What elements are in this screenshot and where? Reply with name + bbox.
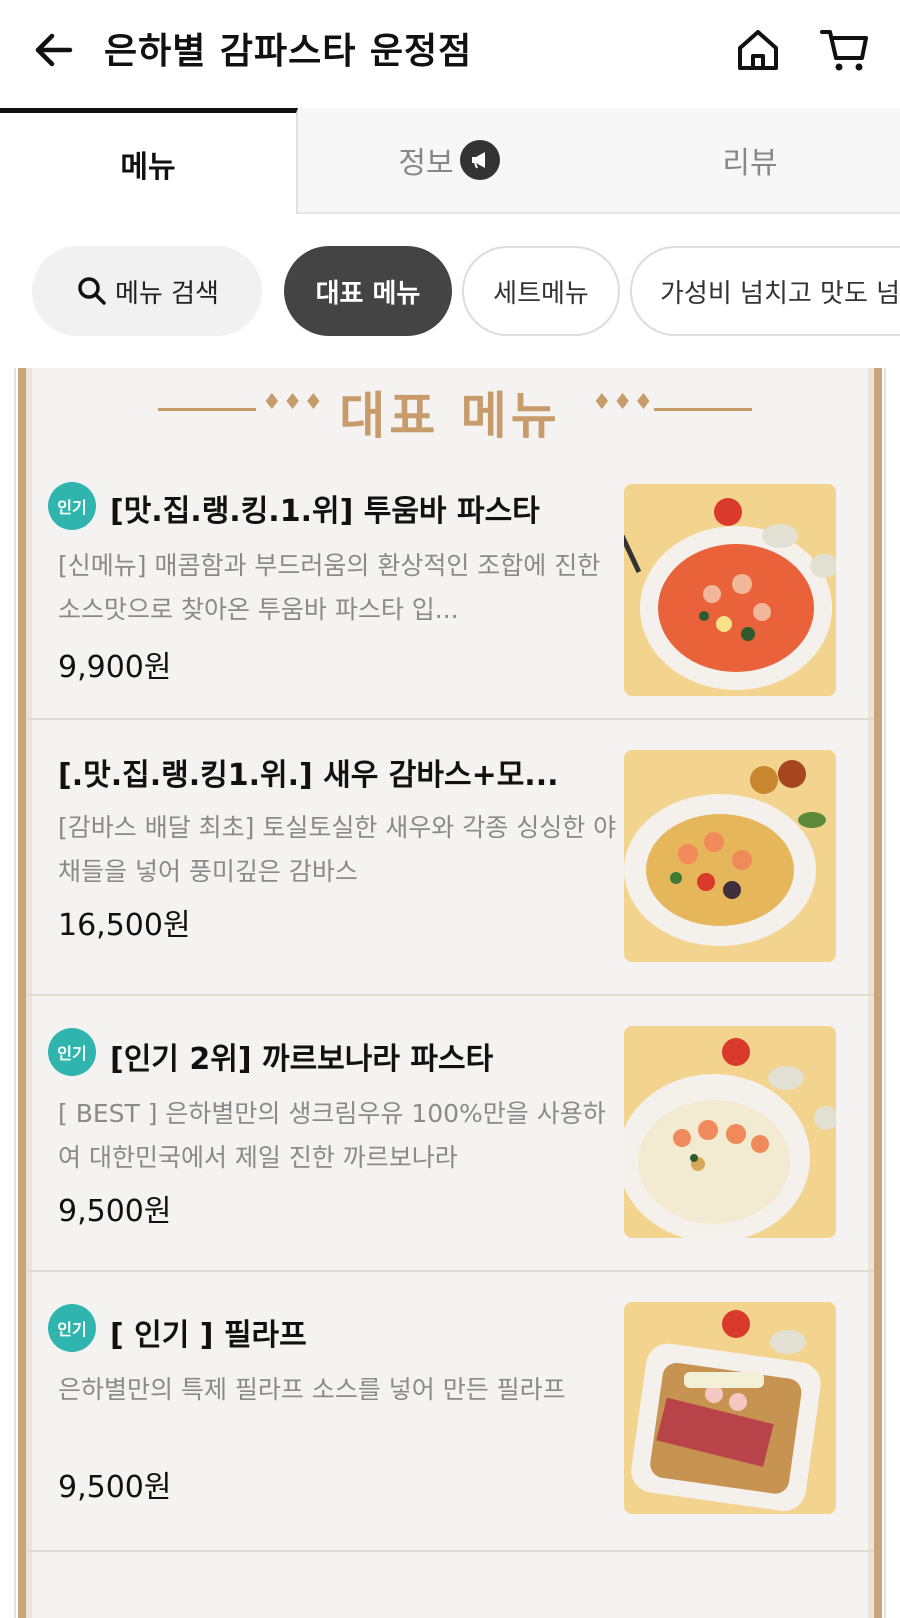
- menu-item-description: [ BEST ] 은하별만의 생크림우유 100%만을 사용하여 대한민국에서 …: [58, 1099, 606, 1172]
- app-header: 은하별 감파스타 운정점: [0, 0, 900, 100]
- tab-review-label: 리뷰: [722, 146, 778, 181]
- popular-badge: 인기: [48, 482, 96, 530]
- popular-badge: 인기: [48, 1304, 96, 1352]
- gambas-photo: [624, 750, 836, 962]
- menu-item-divider: [26, 1550, 874, 1618]
- tab-menu-label: 메뉴: [120, 149, 176, 185]
- menu-board: ♦♦♦ 대표 메뉴 ♦♦♦ 인기 [맛.집.랭.킹.1.위] 투움바 파스타 […: [18, 368, 882, 1618]
- menu-item-description: [감바스 배달 최초] 토실토실한 새우와 각종 싱싱한 야채들을 넣어 풍미깊…: [58, 813, 617, 886]
- menu-item[interactable]: 인기 [인기 2위] 까르보나라 파스타 [ BEST ] 은하별만의 생크림우…: [26, 994, 874, 1270]
- tab-info[interactable]: 정보: [298, 108, 600, 214]
- chip-set-menu[interactable]: 세트메뉴: [462, 246, 620, 336]
- carbonara-photo: [624, 1026, 836, 1238]
- popular-badge: 인기: [48, 1028, 96, 1076]
- menu-item-price: 9,500원: [58, 1470, 172, 1505]
- tab-review[interactable]: 리뷰: [600, 108, 900, 214]
- menu-search-label: 메뉴 검색: [115, 278, 219, 309]
- tab-info-label: 정보: [398, 146, 454, 181]
- tab-bar: 메뉴 정보 리뷰: [0, 108, 900, 214]
- cart-button[interactable]: [818, 24, 872, 76]
- decor-diamonds-right: ♦♦♦: [592, 390, 655, 415]
- menu-item-description: 은하별만의 특제 필라프 소스를 넣어 만든 필라프: [58, 1375, 566, 1404]
- section-header: ♦♦♦ 대표 메뉴 ♦♦♦: [26, 368, 874, 464]
- tuumba-pasta-photo: [624, 484, 836, 696]
- back-button[interactable]: [30, 26, 78, 74]
- tab-menu[interactable]: 메뉴: [0, 108, 298, 214]
- chip-value-menu[interactable]: 가성비 넘치고 맛도 넘: [630, 246, 900, 336]
- category-chips: 메뉴 검색 대표 메뉴 세트메뉴 가성비 넘치고 맛도 넘: [0, 246, 900, 336]
- menu-item-name: [ 인기 ] 필라프: [110, 1318, 307, 1353]
- home-button[interactable]: [732, 24, 784, 76]
- megaphone-icon: [459, 140, 500, 180]
- pilaf-photo: [624, 1302, 836, 1514]
- menu-item-name: [맛.집.랭.킹.1.위] 투움바 파스타: [110, 494, 540, 529]
- menu-item-price: 16,500원: [58, 908, 191, 943]
- menu-item[interactable]: [.맛.집.랭.킹1.위.] 새우 감바스+모... [감바스 배달 최초] 토…: [26, 718, 874, 994]
- decor-line-right: [654, 408, 752, 411]
- menu-item[interactable]: 인기 [ 인기 ] 필라프 은하별만의 특제 필라프 소스를 넣어 만든 필라프…: [26, 1270, 874, 1550]
- section-title: 대표 메뉴: [339, 387, 561, 445]
- arrow-left-icon: [35, 33, 73, 67]
- menu-item[interactable]: 인기 [맛.집.랭.킹.1.위] 투움바 파스타 [신메뉴] 매콤함과 부드러움…: [26, 464, 874, 748]
- chip-signature-menu[interactable]: 대표 메뉴: [284, 246, 452, 336]
- menu-item-description: [신메뉴] 매콤함과 부드러움의 환상적인 조합에 진한 소스맛으로 찾아온 투…: [58, 551, 601, 624]
- store-title: 은하별 감파스타 운정점: [104, 31, 473, 72]
- menu-item-name: [.맛.집.랭.킹1.위.] 새우 감바스+모...: [58, 758, 559, 793]
- menu-search-button[interactable]: 메뉴 검색: [32, 246, 262, 336]
- menu-item-name: [인기 2위] 까르보나라 파스타: [110, 1042, 494, 1077]
- menu-item-price: 9,900원: [58, 650, 172, 685]
- menu-item-price: 9,500원: [58, 1194, 172, 1229]
- home-icon: [738, 30, 778, 70]
- search-icon: [78, 277, 106, 305]
- cart-icon: [820, 30, 868, 71]
